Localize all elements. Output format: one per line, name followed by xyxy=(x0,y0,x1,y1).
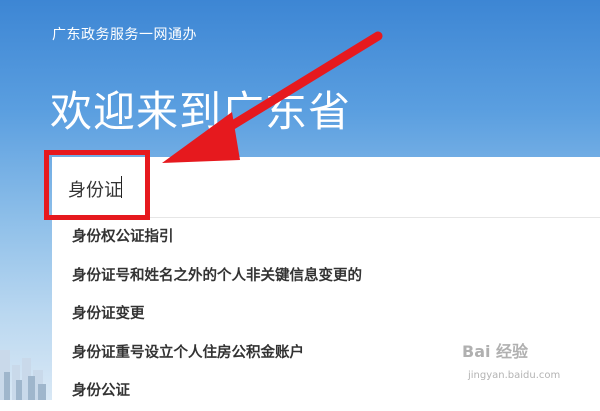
suggestion-item[interactable]: 身份权公证指引 xyxy=(52,218,600,257)
site-name[interactable]: 广东政务服务一网通办 xyxy=(52,24,197,44)
watermark-url: jingyan.baidu.com xyxy=(468,370,561,381)
watermark-logo: Bai 经验 xyxy=(462,342,529,361)
suggestion-item[interactable]: 身份证变更 xyxy=(52,295,600,334)
annotation-highlight-box xyxy=(44,150,150,220)
suggestion-item[interactable]: 身份证号和姓名之外的个人非关键信息变更的 xyxy=(52,257,600,296)
welcome-heading: 欢迎来到广东省 xyxy=(50,87,352,136)
